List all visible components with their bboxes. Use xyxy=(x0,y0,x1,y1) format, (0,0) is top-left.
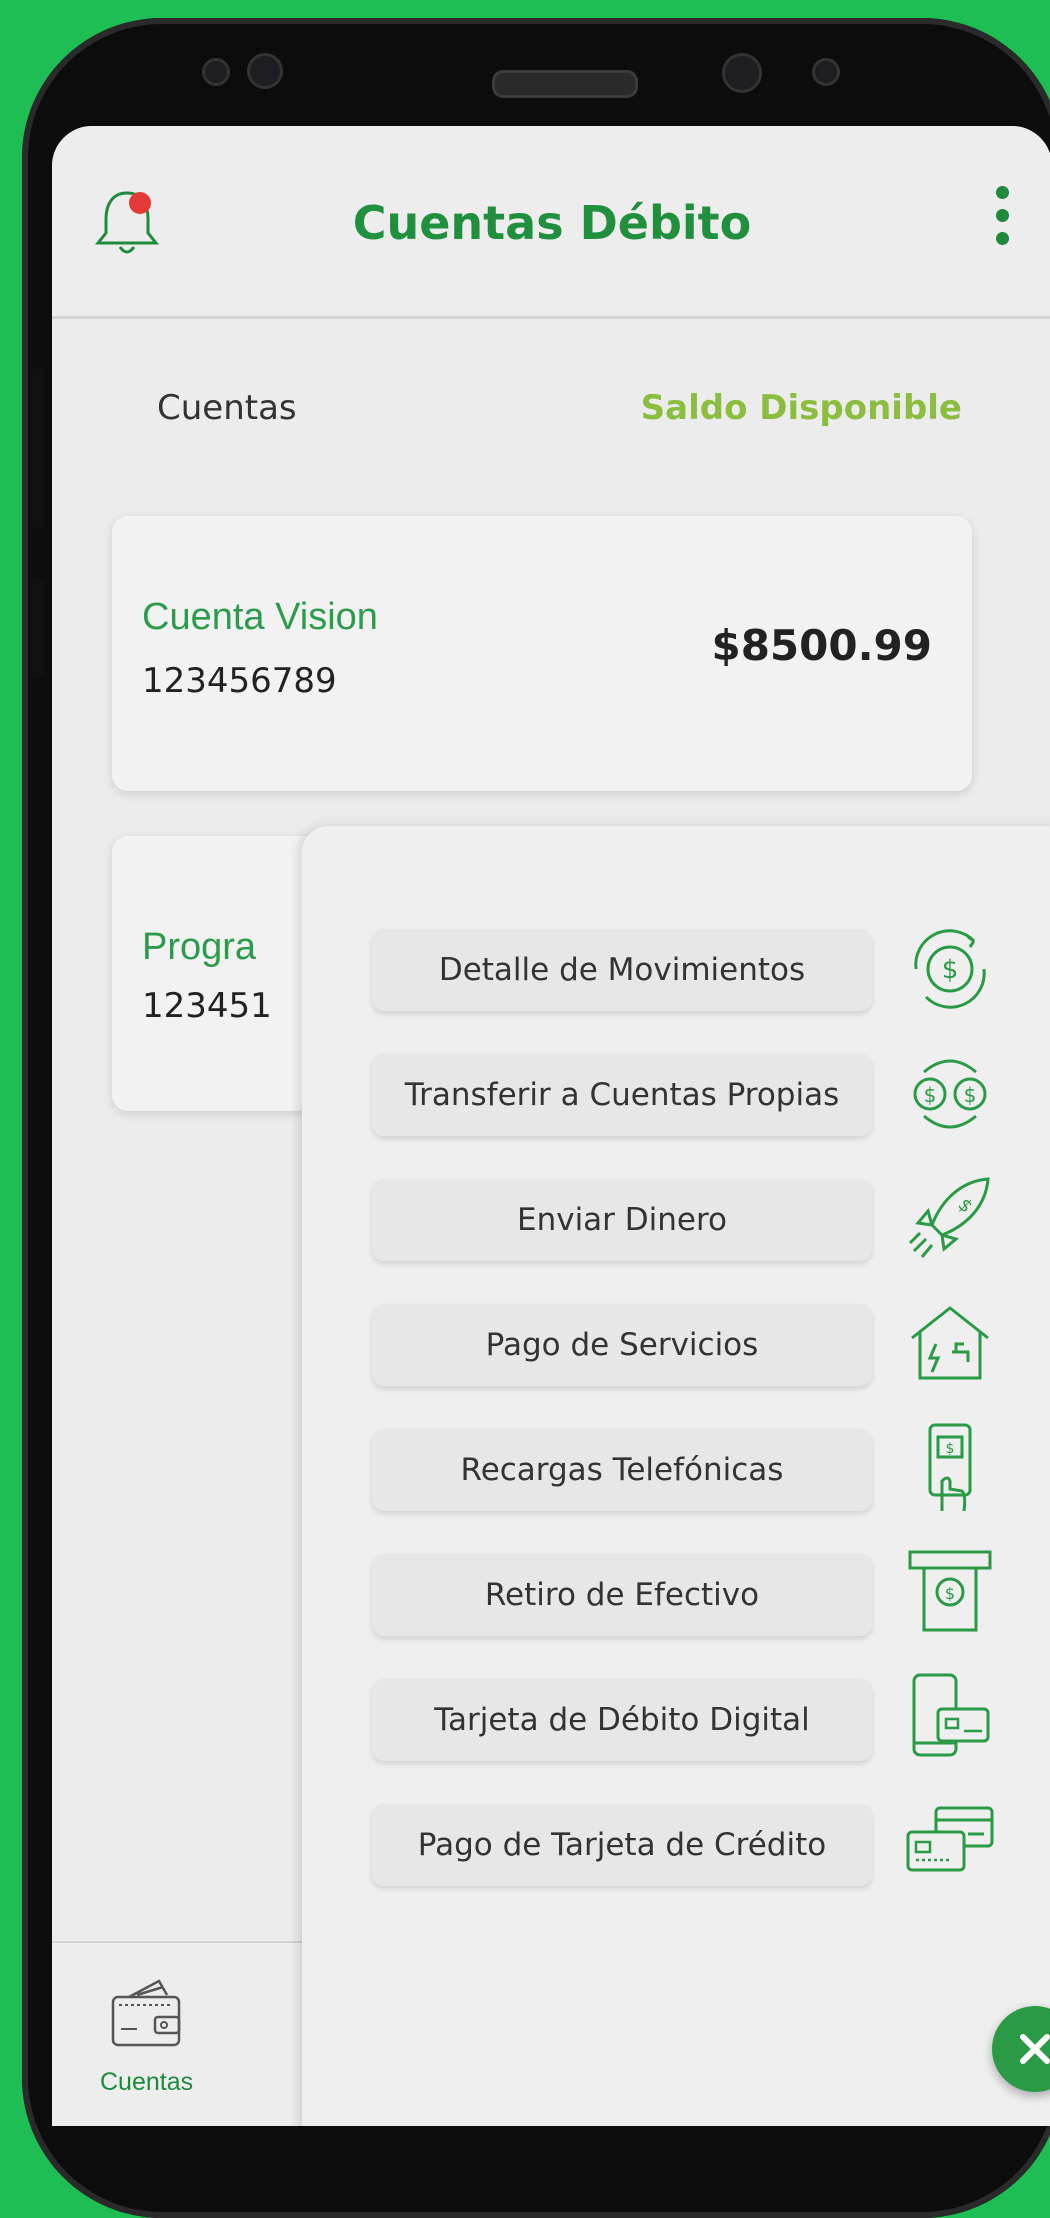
digital-card-icon xyxy=(912,1673,990,1757)
menu-item-enviar-dinero[interactable]: Enviar Dinero xyxy=(372,1179,872,1261)
menu-item-recargas[interactable]: Recargas Telefónicas xyxy=(372,1429,872,1511)
svg-text:$: $ xyxy=(964,1083,977,1107)
credit-card-icon xyxy=(906,1806,994,1872)
rocket-icon: $ xyxy=(908,1177,990,1258)
account-number: 123456789 xyxy=(142,661,337,701)
svg-text:$: $ xyxy=(946,1441,955,1457)
page-title: Cuentas Débito xyxy=(352,196,752,250)
menu-item-retiro-efectivo[interactable]: Retiro de Efectivo xyxy=(372,1554,872,1636)
svg-text:$: $ xyxy=(924,1083,937,1107)
speaker-grille xyxy=(492,70,638,98)
column-labels: Cuentas Saldo Disponible xyxy=(157,388,1002,428)
sensor-icon xyxy=(812,58,840,86)
account-number: 123451 xyxy=(142,986,272,1026)
phone-recharge-icon: $ xyxy=(928,1423,972,1512)
account-balance: $8500.99 xyxy=(711,621,932,670)
nav-label-cuentas[interactable]: Cuentas xyxy=(100,2068,193,2097)
app-screen: Cuentas Débito Cuentas Saldo Disponible … xyxy=(52,126,1050,2126)
sensor-icon xyxy=(202,58,230,86)
front-camera-icon xyxy=(247,53,283,89)
app-header: Cuentas Débito xyxy=(52,126,1050,319)
action-menu-panel: Detalle de Movimientos $ Transferir a Cu… xyxy=(302,826,1050,2126)
close-icon xyxy=(1020,2034,1050,2064)
svg-text:$: $ xyxy=(945,1584,955,1603)
account-name: Cuenta Vision xyxy=(142,596,378,638)
camera-icon xyxy=(722,53,762,93)
phone-frame: Cuentas Débito Cuentas Saldo Disponible … xyxy=(22,18,1050,2218)
house-services-icon xyxy=(911,1306,989,1380)
money-cycle-icon: $ xyxy=(914,929,986,1009)
menu-item-transferir[interactable]: Transferir a Cuentas Propias xyxy=(372,1054,872,1136)
account-name: Progra xyxy=(142,926,257,968)
power-button xyxy=(32,578,44,678)
svg-text:$: $ xyxy=(942,955,959,985)
accounts-label: Cuentas xyxy=(157,388,297,428)
balance-label: Saldo Disponible xyxy=(640,388,962,428)
menu-item-detalle-movimientos[interactable]: Detalle de Movimientos xyxy=(372,929,872,1011)
wallet-icon[interactable] xyxy=(107,1973,187,2053)
atm-cash-icon: $ xyxy=(908,1550,992,1632)
menu-item-pago-servicios[interactable]: Pago de Servicios xyxy=(372,1304,872,1386)
transfer-icon: $ $ xyxy=(913,1059,987,1129)
kebab-menu-icon[interactable] xyxy=(982,186,1022,266)
volume-button xyxy=(32,368,44,528)
menu-item-pago-tarjeta-credito[interactable]: Pago de Tarjeta de Crédito xyxy=(372,1804,872,1886)
menu-item-tarjeta-debito-digital[interactable]: Tarjeta de Débito Digital xyxy=(372,1679,872,1761)
account-card[interactable]: Cuenta Vision 123456789 $8500.99 xyxy=(112,516,972,791)
